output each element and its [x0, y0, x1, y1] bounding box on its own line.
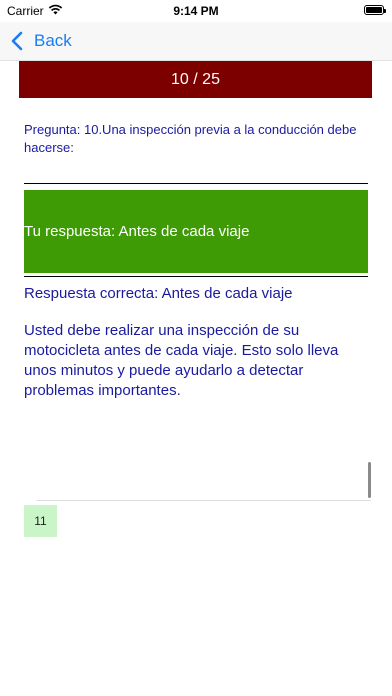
divider	[24, 183, 368, 184]
back-button[interactable]: Back	[10, 29, 72, 53]
status-bar: Carrier 9:14 PM	[0, 0, 392, 22]
list-separator	[37, 500, 371, 501]
question-text: Pregunta: 10.Una inspección previa a la …	[24, 122, 357, 155]
scroll-indicator[interactable]	[368, 462, 371, 498]
chevron-left-icon	[11, 31, 23, 51]
explanation-text: Usted debe realizar una inspección de su…	[24, 322, 339, 399]
navigation-bar: Back	[0, 22, 392, 61]
progress-label: 10 / 25	[171, 70, 220, 88]
back-label: Back	[34, 31, 72, 50]
clock: 9:14 PM	[173, 4, 219, 18]
correct-answer-text: Respuesta correcta: Antes de cada viaje	[24, 285, 293, 302]
battery-icon	[364, 5, 386, 15]
question-number-button[interactable]: 11	[24, 505, 57, 537]
user-answer-text: Tu respuesta: Antes de cada viaje	[24, 223, 250, 240]
progress-header: 10 / 25	[19, 61, 372, 98]
question-number-label: 11	[34, 514, 47, 528]
divider	[24, 276, 368, 277]
user-answer-box: Tu respuesta: Antes de cada viaje	[24, 190, 368, 273]
